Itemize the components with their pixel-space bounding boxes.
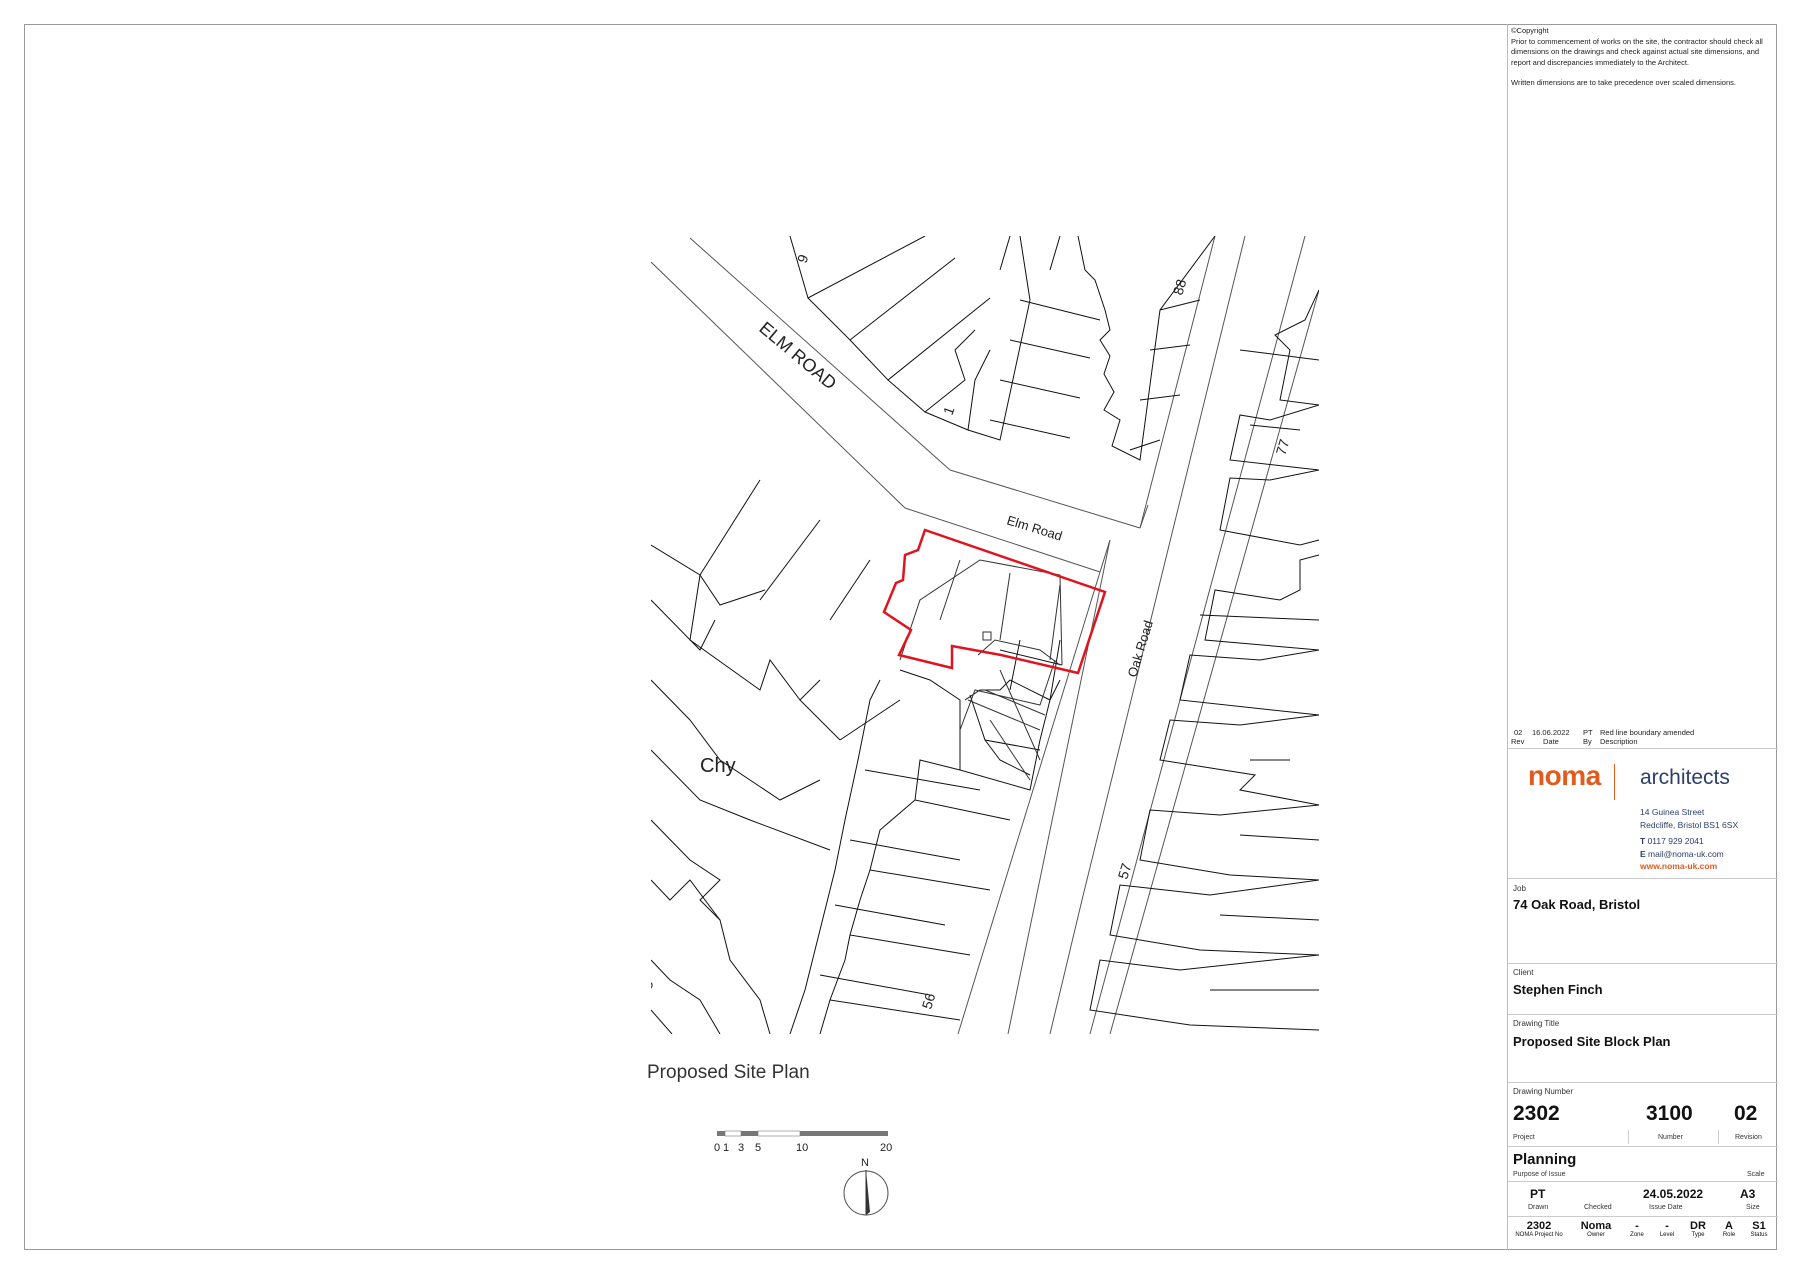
checked-label: Checked (1584, 1204, 1612, 1211)
elm-road-label: Elm Road (1005, 513, 1064, 544)
rev-by-label: By (1583, 737, 1592, 746)
scale-tick-0: 0 (714, 1142, 720, 1154)
oak-road-label: Oak Road (1125, 619, 1156, 679)
purpose-value: Planning (1513, 1151, 1577, 1168)
code-role: A (1725, 1220, 1733, 1232)
drawing-revision-value: 02 (1734, 1102, 1758, 1125)
code-type-label: Type (1691, 1232, 1705, 1238)
rev-description: Red line boundary amended (1600, 728, 1695, 737)
code-owner-label: Owner (1587, 1232, 1605, 1238)
plot-number-56: 56 (919, 991, 939, 1011)
company-website[interactable]: www.noma-uk.com (1640, 860, 1738, 873)
chy-label: Chy (700, 755, 736, 777)
company-address: 14 Guinea Street Redcliffe, Bristol BS1 … (1640, 806, 1738, 873)
drawing-revision-label: Revision (1735, 1134, 1762, 1141)
job-label: Job (1513, 884, 1526, 893)
email-prefix: E (1640, 848, 1646, 859)
drawn-label: Drawn (1528, 1204, 1549, 1211)
code-project-no-label: NOMA Project No (1515, 1232, 1563, 1238)
copyright-note-2: Written dimensions are to take precedenc… (1511, 78, 1736, 87)
code-level-label: Level (1659, 1232, 1675, 1238)
title-block: ©Copyright Prior to commencement of work… (1507, 24, 1778, 1250)
company-logo-noma: noma (1528, 760, 1601, 791)
document-codes: 2302 NOMA Project No Noma Owner - Zone - Lev… (1508, 1220, 1778, 1238)
code-zone: - (1635, 1220, 1639, 1232)
scale-tick-20: 20 (880, 1142, 892, 1154)
logo-divider (1614, 764, 1615, 800)
plot-number-9: 9 (794, 252, 812, 265)
purpose-label: Purpose of Issue (1513, 1171, 1566, 1178)
plot-number-88: 88 (1170, 277, 1190, 297)
scale-tick-3: 3 (738, 1142, 744, 1154)
drawing-project-number: 2302 (1513, 1102, 1560, 1125)
drawing-title-label: Drawing Title (1513, 1019, 1560, 1028)
plot-number-5: 5 (639, 978, 657, 991)
code-level: - (1665, 1220, 1669, 1232)
scale-bar: 0 1 3 5 10 20 (714, 1130, 892, 1154)
client-value: Stephen Finch (1513, 982, 1603, 997)
drawn-value: PT (1530, 1187, 1546, 1201)
size-label: Size (1746, 1204, 1760, 1211)
company-telephone: 0117 929 2041 (1647, 836, 1704, 846)
drawing-number-value: 3100 (1646, 1102, 1693, 1125)
elm-road-edges (651, 237, 1149, 573)
scale-tick-10: 10 (796, 1142, 808, 1154)
buildings-west (789, 639, 1063, 1034)
client-label: Client (1513, 968, 1534, 977)
buildings-south-west (651, 479, 901, 1034)
copyright-heading: ©Copyright (1511, 26, 1549, 35)
drawing-title-value: Proposed Site Block Plan (1513, 1034, 1671, 1049)
plan-caption: Proposed Site Plan (647, 1062, 810, 1083)
issue-date-value: 24.05.2022 (1643, 1187, 1704, 1201)
code-owner: Noma (1580, 1220, 1612, 1232)
address-city: Redcliffe, Bristol BS1 6SX (1640, 819, 1739, 830)
scale-label: Scale (1747, 1171, 1765, 1178)
drawing-number-label: Drawing Number (1513, 1087, 1574, 1096)
rev-label: Rev (1511, 737, 1525, 746)
company-email[interactable]: mail@noma-uk.com (1648, 849, 1724, 859)
drawing-project-label: Project (1513, 1134, 1535, 1141)
buildings-north (789, 236, 1216, 461)
address-street: 14 Guinea Street (1640, 807, 1705, 817)
north-arrow-icon: N (843, 1157, 889, 1216)
code-type: DR (1690, 1220, 1706, 1232)
rev-number: 02 (1514, 728, 1523, 737)
code-zone-label: Zone (1630, 1232, 1644, 1238)
copyright-notes: ©Copyright Prior to commencement of work… (1511, 26, 1773, 89)
scale-tick-5: 5 (755, 1142, 761, 1154)
code-role-label: Role (1722, 1232, 1736, 1238)
copyright-note-1: Prior to commencement of works on the si… (1511, 36, 1763, 67)
elm-road-caps-label: ELM ROAD (755, 318, 840, 394)
drawing-number-sub-label: Number (1658, 1134, 1683, 1141)
site-red-line-boundary (882, 528, 1107, 675)
code-status: S1 (1752, 1220, 1766, 1232)
plot-number-57: 57 (1115, 861, 1135, 881)
code-status-label: Status (1750, 1232, 1768, 1238)
rev-date: 16.06.2022 (1532, 728, 1570, 737)
job-value: 74 Oak Road, Bristol (1513, 897, 1641, 912)
scale-tick-1: 1 (723, 1142, 729, 1154)
rev-by: PT (1583, 728, 1593, 737)
plot-number-77: 77 (1273, 437, 1293, 457)
issue-date-label: Issue Date (1649, 1204, 1683, 1211)
size-value: A3 (1740, 1187, 1756, 1201)
company-logo-architects: architects (1640, 766, 1730, 789)
tel-prefix: T (1640, 836, 1646, 846)
rev-date-label: Date (1543, 737, 1559, 746)
code-project-no: 2302 (1526, 1220, 1552, 1232)
plot-number-1: 1 (940, 404, 958, 417)
rev-desc-label: Description (1600, 737, 1638, 746)
site-buildings (899, 559, 1063, 781)
north-label: N (861, 1157, 869, 1169)
